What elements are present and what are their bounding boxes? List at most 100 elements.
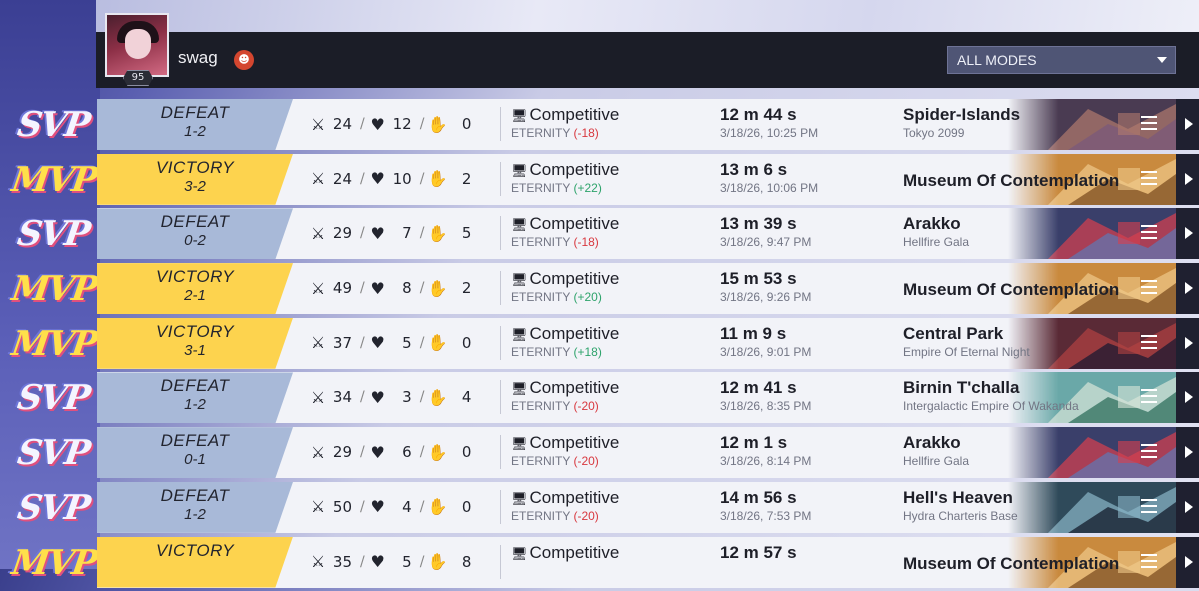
- result-label: VICTORY: [155, 321, 235, 341]
- map-info: Spider-Islands Tokyo 2099: [903, 105, 1020, 140]
- deaths-value: 7: [402, 224, 412, 243]
- monitor-icon: 🖥: [511, 108, 528, 123]
- play-icon[interactable]: [1176, 481, 1199, 533]
- kda-stats: ⚔ 24 / ♥ 10 / ✋ 2: [308, 168, 479, 190]
- separator: /: [360, 553, 365, 570]
- mode-filter-dropdown[interactable]: ALL MODES: [947, 46, 1176, 74]
- map-name: Museum Of Contemplation: [903, 280, 1120, 300]
- match-result: DEFEAT 1-2: [97, 372, 293, 424]
- deaths-value: 5: [402, 333, 412, 352]
- assists-value: 0: [461, 115, 472, 133]
- menu-icon[interactable]: [1141, 170, 1157, 185]
- match-datetime: 3/18/26, 9:26 PM: [720, 290, 812, 305]
- match-duration: 12 m 57 s: [720, 543, 797, 564]
- broken-heart-icon: ♥: [370, 223, 385, 243]
- kda-stats: ⚔ 24 / ♥ 12 / ✋ 0: [308, 113, 479, 135]
- menu-icon[interactable]: [1141, 334, 1157, 349]
- match-row[interactable]: SVP DEFEAT 1-2 ⚔ 50 / ♥ 4 / ✋ 0 🖥 Competi…: [0, 481, 1199, 533]
- honor-badge: MVP: [9, 269, 99, 310]
- monitor-icon: 🖥: [511, 217, 528, 233]
- match-result: DEFEAT 1-2: [97, 99, 293, 150]
- separator: /: [360, 498, 365, 515]
- map-info: Museum Of Contemplation: [903, 554, 1119, 575]
- match-history-list: SVP DEFEAT 1-2 ⚔ 24 / ♥ 12 / ✋ 0 🖥 Compet…: [0, 99, 1199, 591]
- crossed-swords-icon: ⚔: [310, 169, 326, 189]
- play-icon[interactable]: [1176, 427, 1199, 479]
- elo-line: ETERNITY (-20): [511, 509, 619, 523]
- crossed-swords-icon: ⚔: [310, 114, 326, 134]
- elo-line: ETERNITY (+22): [511, 181, 619, 195]
- play-icon[interactable]: [1176, 208, 1199, 260]
- crossed-swords-icon: ⚔: [310, 552, 326, 571]
- map-name: Arakko: [903, 214, 961, 234]
- divider: [500, 161, 501, 196]
- elo-line: ETERNITY (-18): [511, 235, 619, 249]
- result-score: 3-2: [184, 177, 206, 195]
- map-subtitle: Empire Of Eternal Night: [903, 344, 1030, 359]
- menu-icon[interactable]: [1141, 389, 1157, 404]
- match-mode: 🖥 Competitive: [511, 543, 619, 564]
- elo-change: (-20): [573, 454, 599, 469]
- broken-heart-icon: ♥: [370, 278, 385, 298]
- kda-stats: ⚔ 49 / ♥ 8 / ✋ 2: [308, 277, 479, 299]
- broken-heart-icon: ♥: [370, 387, 385, 407]
- match-row[interactable]: SVP DEFEAT 1-2 ⚔ 24 / ♥ 12 / ✋ 0 🖥 Compet…: [0, 99, 1199, 150]
- elo-label: ETERNITY: [511, 290, 571, 305]
- play-icon[interactable]: [1176, 372, 1199, 424]
- kills-value: 50: [332, 497, 352, 516]
- match-row[interactable]: SVP DEFEAT 0-2 ⚔ 29 / ♥ 7 / ✋ 5 🖥 Competi…: [0, 208, 1199, 260]
- result-score: 3-1: [184, 341, 206, 359]
- monitor-icon: 🖥: [511, 326, 528, 342]
- honor-badge: SVP: [14, 433, 92, 474]
- match-duration: 12 m 44 s 3/18/26, 10:25 PM: [720, 105, 818, 140]
- broken-heart-icon: ♥: [370, 114, 385, 134]
- result-label: DEFEAT: [160, 103, 230, 122]
- menu-icon[interactable]: [1141, 444, 1157, 459]
- match-row[interactable]: MVP VICTORY ⚔ 35 / ♥ 5 / ✋ 8 🖥 Competitiv…: [0, 536, 1199, 588]
- menu-icon[interactable]: [1141, 498, 1157, 513]
- honor-badge: SVP: [14, 214, 92, 255]
- kda-stats: ⚔ 34 / ♥ 3 / ✋ 4: [308, 386, 479, 408]
- play-icon[interactable]: [1176, 263, 1199, 315]
- play-icon[interactable]: [1176, 153, 1199, 205]
- separator: /: [360, 225, 365, 242]
- menu-icon[interactable]: [1141, 225, 1157, 240]
- match-result: VICTORY: [97, 536, 293, 588]
- match-mode: 🖥 Competitive ETERNITY (+20): [511, 269, 619, 304]
- divider: [500, 380, 501, 415]
- crossed-swords-icon: ⚔: [310, 333, 326, 353]
- player-level-badge: 95: [123, 70, 153, 86]
- helping-hand-icon: ✋: [427, 552, 448, 571]
- play-icon[interactable]: [1176, 99, 1199, 150]
- mode-name: Competitive: [529, 542, 620, 562]
- divider: [500, 107, 501, 141]
- deaths-value: 3: [402, 388, 412, 407]
- menu-icon[interactable]: [1141, 116, 1157, 130]
- match-result: VICTORY 2-1: [97, 263, 293, 315]
- match-row[interactable]: MVP VICTORY 3-2 ⚔ 24 / ♥ 10 / ✋ 2 🖥 Compe…: [0, 153, 1199, 205]
- elo-change: (-18): [573, 126, 599, 140]
- mode-name: Competitive: [529, 323, 620, 343]
- mode-name: Competitive: [529, 214, 620, 234]
- duration-value: 13 m 39 s: [720, 214, 797, 234]
- map-name: Spider-Islands: [903, 105, 1021, 124]
- match-row[interactable]: MVP VICTORY 2-1 ⚔ 49 / ♥ 8 / ✋ 2 🖥 Compet…: [0, 263, 1199, 315]
- kills-value: 35: [332, 552, 352, 571]
- elo-line: ETERNITY (-20): [511, 399, 619, 413]
- player-avatar[interactable]: [105, 13, 169, 77]
- menu-icon[interactable]: [1141, 553, 1157, 568]
- match-row[interactable]: SVP DEFEAT 0-1 ⚔ 29 / ♥ 6 / ✋ 0 🖥 Competi…: [0, 427, 1199, 479]
- match-duration: 13 m 6 s 3/18/26, 10:06 PM: [720, 160, 818, 195]
- kills-value: 37: [332, 333, 352, 352]
- result-label: VICTORY: [155, 267, 235, 287]
- match-row[interactable]: MVP VICTORY 3-1 ⚔ 37 / ♥ 5 / ✋ 0 🖥 Compet…: [0, 317, 1199, 369]
- match-row[interactable]: SVP DEFEAT 1-2 ⚔ 34 / ♥ 3 / ✋ 4 🖥 Competi…: [0, 372, 1199, 424]
- map-subtitle: Hellfire Gala: [903, 235, 970, 250]
- elo-line: ETERNITY (+20): [511, 290, 619, 304]
- duration-value: 14 m 56 s: [720, 487, 797, 507]
- play-icon[interactable]: [1176, 317, 1199, 369]
- play-icon[interactable]: [1176, 536, 1199, 588]
- duration-value: 11 m 9 s: [720, 323, 787, 343]
- assists-value: 2: [461, 279, 472, 298]
- menu-icon[interactable]: [1141, 280, 1157, 295]
